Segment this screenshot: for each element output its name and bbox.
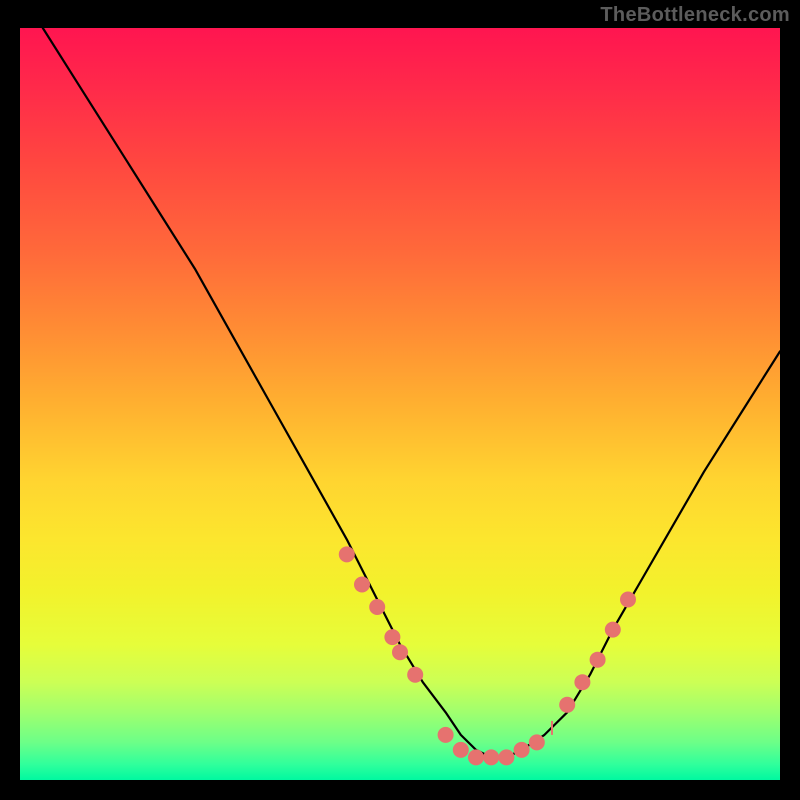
data-point bbox=[483, 749, 499, 765]
chart-frame: TheBottleneck.com bbox=[0, 0, 800, 800]
data-point bbox=[369, 599, 385, 615]
plot-area bbox=[20, 28, 780, 780]
data-point bbox=[453, 742, 469, 758]
data-point bbox=[498, 749, 514, 765]
data-point bbox=[438, 727, 454, 743]
data-point bbox=[468, 749, 484, 765]
data-point bbox=[620, 592, 636, 608]
bottleneck-curve bbox=[43, 28, 780, 757]
watermark-text: TheBottleneck.com bbox=[600, 4, 790, 27]
data-point bbox=[339, 546, 355, 562]
data-point bbox=[529, 734, 545, 750]
data-point bbox=[559, 697, 575, 713]
data-point bbox=[354, 577, 370, 593]
data-point bbox=[384, 629, 400, 645]
data-point bbox=[392, 644, 408, 660]
data-point bbox=[574, 674, 590, 690]
chart-svg bbox=[20, 28, 780, 780]
data-point bbox=[407, 667, 423, 683]
data-point bbox=[605, 622, 621, 638]
data-point bbox=[514, 742, 530, 758]
data-point bbox=[590, 652, 606, 668]
